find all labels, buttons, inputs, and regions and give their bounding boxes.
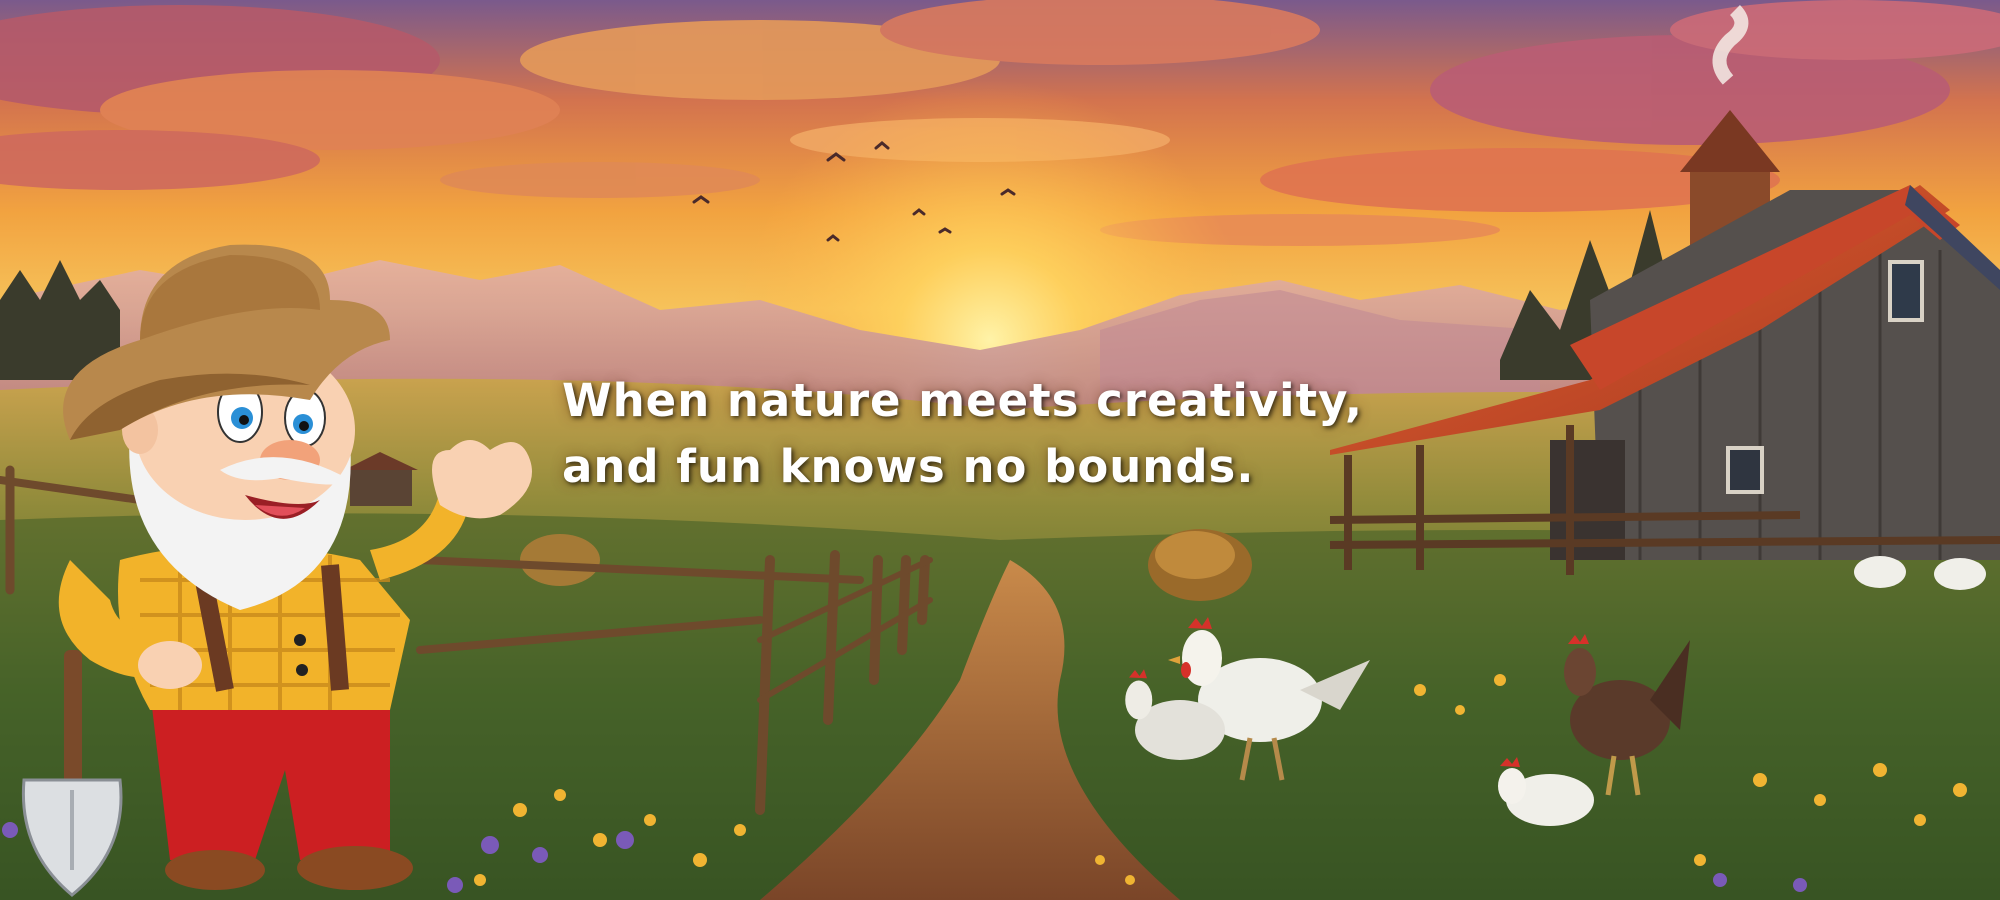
tagline: When nature meets creativity, and fun kn…: [562, 368, 1362, 500]
tagline-line-1: When nature meets creativity,: [562, 374, 1364, 427]
hero-banner: When nature meets creativity, and fun kn…: [0, 0, 2000, 900]
tagline-line-2: and fun knows no bounds.: [562, 440, 1255, 493]
